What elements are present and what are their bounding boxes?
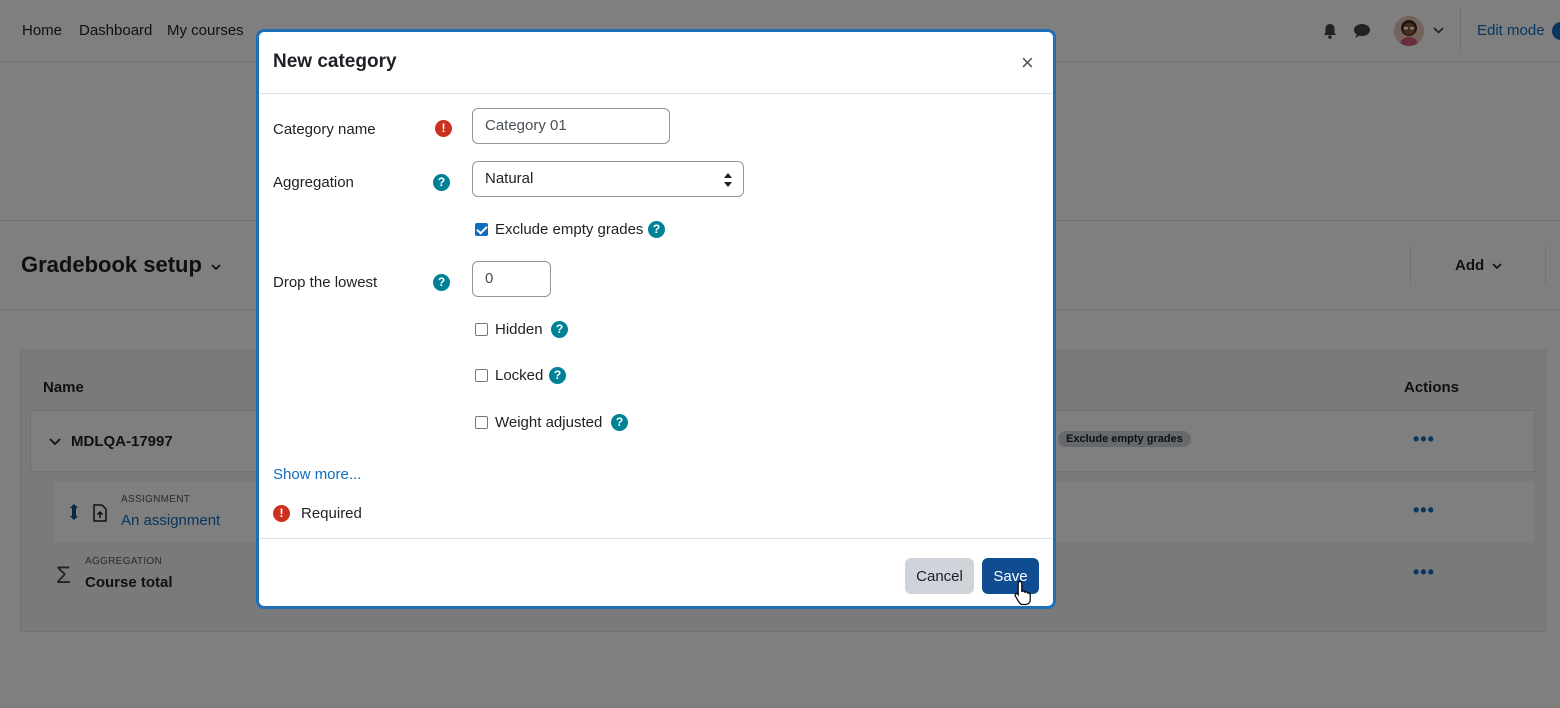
modal-header: New category ×	[259, 32, 1053, 94]
select-arrows-icon	[724, 173, 732, 187]
hidden-label[interactable]: Hidden	[495, 321, 543, 338]
locked-label[interactable]: Locked	[495, 367, 543, 384]
aggregation-select-value: Natural	[485, 170, 534, 187]
category-name-input[interactable]: Category 01	[472, 108, 670, 144]
exclude-empty-grades-label[interactable]: Exclude empty grades	[495, 221, 643, 238]
help-icon[interactable]: ?	[433, 274, 450, 291]
hand-cursor-icon	[1014, 580, 1031, 606]
help-icon[interactable]: ?	[433, 174, 450, 191]
hidden-checkbox[interactable]	[475, 323, 488, 336]
weight-adjusted-checkbox[interactable]	[475, 416, 488, 429]
aggregation-select[interactable]: Natural	[472, 161, 744, 197]
locked-checkbox[interactable]	[475, 369, 488, 382]
new-category-modal: New category × Category name ! Category …	[256, 29, 1056, 609]
drop-lowest-label: Drop the lowest	[273, 274, 378, 291]
required-icon: !	[435, 120, 452, 137]
required-note: Required	[301, 505, 362, 522]
exclude-empty-grades-checkbox[interactable]	[475, 223, 488, 236]
help-icon[interactable]: ?	[551, 321, 568, 338]
help-icon[interactable]: ?	[611, 414, 628, 431]
close-icon[interactable]: ×	[1021, 52, 1034, 74]
drop-lowest-input[interactable]: 0	[472, 261, 551, 297]
help-icon[interactable]: ?	[648, 221, 665, 238]
category-name-label: Category name	[273, 121, 376, 138]
cancel-button[interactable]: Cancel	[905, 558, 974, 594]
help-icon[interactable]: ?	[549, 367, 566, 384]
aggregation-label: Aggregation	[273, 174, 354, 191]
weight-adjusted-label[interactable]: Weight adjusted	[495, 414, 602, 431]
modal-title: New category	[273, 51, 397, 72]
show-more-link[interactable]: Show more...	[273, 466, 361, 483]
required-icon: !	[273, 505, 290, 522]
